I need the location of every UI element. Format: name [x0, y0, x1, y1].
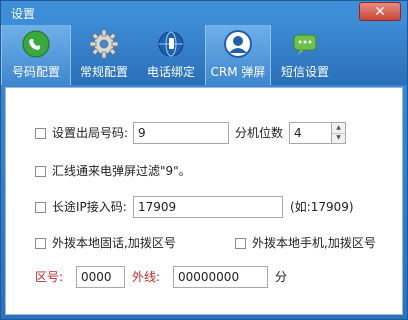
tab-sms-settings[interactable]: 短信设置: [271, 25, 339, 85]
local-dial-row: 外拨本地固话,加拨区号 外拨本地手机,加拨区号: [6, 232, 402, 256]
tab-label: 常规配置: [79, 65, 128, 79]
settings-window: 设置 ✕ 号码配置 常规配置 电话绑定 CRM 弹屏 短信设置 设置出局号码: …: [0, 0, 408, 320]
outbound-prefix-input[interactable]: 9: [133, 122, 229, 144]
area-code-row: 区号: 0000 外线: 00000000 分: [6, 266, 402, 290]
outside-line-label: 外线:: [132, 270, 161, 284]
tab-label: 号码配置: [11, 65, 60, 79]
title-bar: 设置 ✕: [1, 1, 407, 25]
outbound-prefix-row: 设置出局号码: 9 分机位数 4 ▲ ▼: [6, 122, 402, 146]
outside-line-input[interactable]: 00000000: [173, 266, 268, 288]
toolbar: 号码配置 常规配置 电话绑定 CRM 弹屏 短信设置: [1, 25, 407, 85]
ipcode-input[interactable]: 17909: [133, 196, 283, 218]
tab-label: 短信设置: [280, 65, 329, 79]
window-title: 设置: [11, 7, 36, 21]
outbound-prefix-label: 设置出局号码:: [52, 126, 129, 140]
tab-label: CRM 弹屏: [210, 65, 266, 79]
filter-row: 汇线通来电弹屏过滤"9"。: [6, 160, 402, 184]
ipcode-row: 长途IP接入码: 17909 (如:17909): [6, 196, 402, 220]
ext-digits-input[interactable]: 4: [289, 122, 332, 144]
crm-user-icon: [224, 30, 252, 58]
globe-phone-icon: [158, 31, 184, 57]
local-landline-label: 外拨本地固话,加拨区号: [52, 236, 176, 250]
tab-crm-popup[interactable]: CRM 弹屏: [205, 25, 271, 85]
tab-phone-binding[interactable]: 电话绑定: [137, 25, 205, 85]
ipcode-hint: (如:17909): [290, 200, 354, 214]
local-mobile-checkbox[interactable]: [235, 238, 246, 249]
tab-label: 电话绑定: [146, 65, 195, 79]
spin-down-icon[interactable]: ▼: [332, 133, 345, 143]
local-landline-checkbox[interactable]: [35, 238, 46, 249]
ext-digits-label: 分机位数: [235, 126, 284, 140]
outbound-prefix-checkbox[interactable]: [35, 128, 46, 139]
unit-label: 分: [275, 270, 288, 284]
ipcode-checkbox[interactable]: [35, 202, 46, 213]
gear-icon: [89, 29, 119, 59]
tab-general-config[interactable]: 常规配置: [71, 25, 137, 85]
filter-checkbox[interactable]: [35, 166, 46, 177]
close-button[interactable]: ✕: [359, 2, 401, 21]
ipcode-label: 长途IP接入码:: [52, 200, 127, 214]
sms-icon: [293, 34, 317, 55]
settings-panel: 设置出局号码: 9 分机位数 4 ▲ ▼ 汇线通来电弹屏过滤"9"。 长途IP接…: [5, 87, 403, 315]
area-code-label: 区号:: [35, 270, 64, 284]
local-mobile-label: 外拨本地手机,加拨区号: [252, 236, 376, 250]
ext-digits-spinner[interactable]: ▲ ▼: [332, 122, 346, 144]
tab-number-config[interactable]: 号码配置: [1, 25, 71, 85]
filter-label: 汇线通来电弹屏过滤"9"。: [52, 164, 191, 178]
area-code-input[interactable]: 0000: [76, 266, 125, 288]
phone-sync-icon: [22, 30, 50, 58]
